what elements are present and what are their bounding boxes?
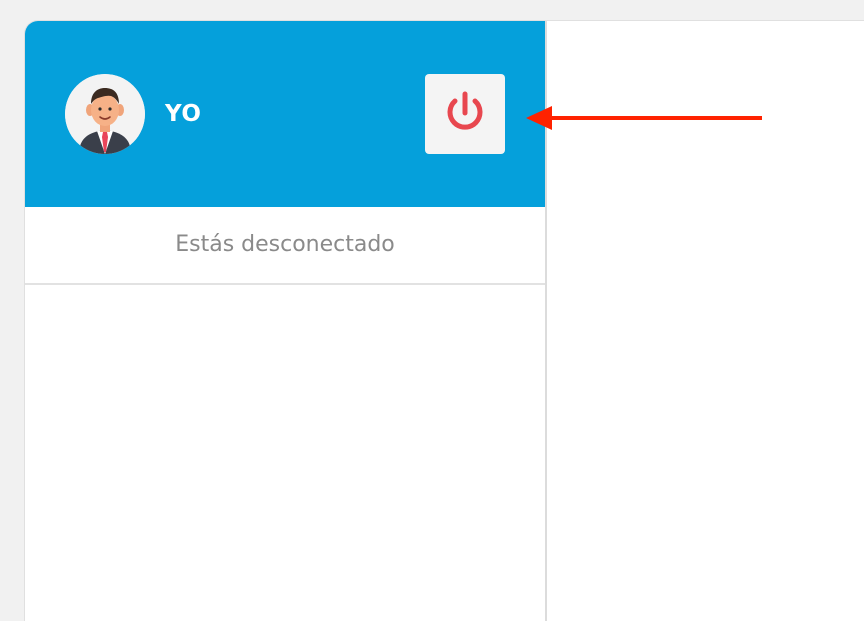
sidebar-header: YO — [25, 21, 545, 207]
user-name: YO — [165, 101, 202, 127]
avatar[interactable] — [65, 74, 145, 154]
connection-status: Estás desconectado — [25, 207, 545, 285]
power-button[interactable] — [425, 74, 505, 154]
power-icon — [447, 91, 483, 130]
sidebar: YO Estás desconectado — [25, 21, 547, 621]
man-in-suit-avatar-icon — [65, 74, 145, 154]
annotation-arrow-icon — [526, 106, 762, 130]
